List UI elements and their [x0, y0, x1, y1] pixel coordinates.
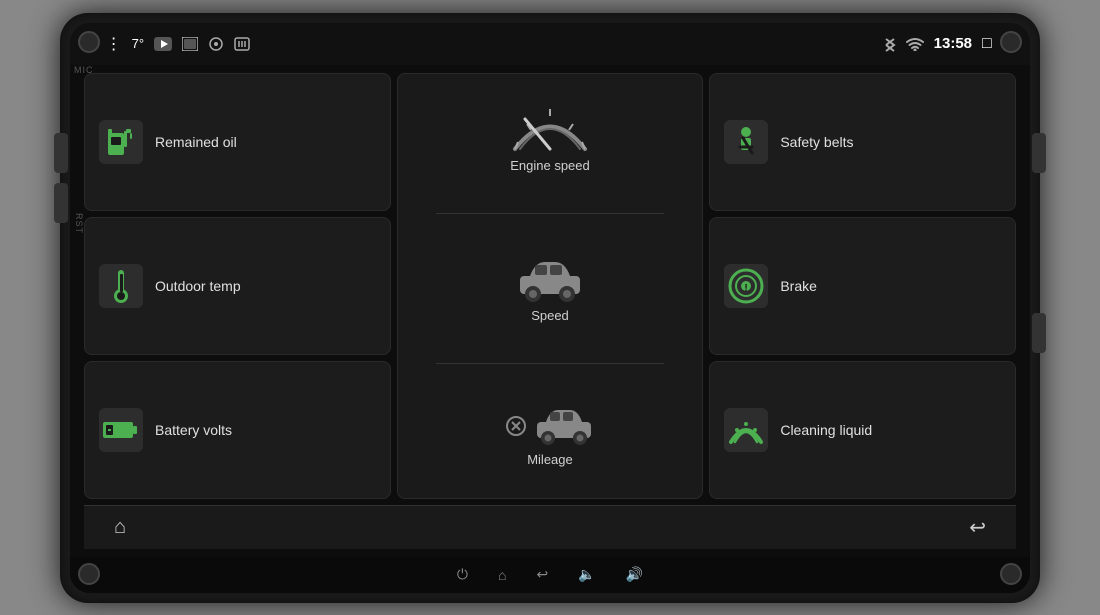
- dots-icon[interactable]: ⋮: [106, 34, 122, 54]
- remained-oil-label: Remained oil: [155, 134, 237, 150]
- sys-bar: ⏻ ⌂ ↩ 🔈 🔊: [70, 557, 1030, 593]
- svg-text:!: !: [745, 283, 748, 294]
- status-bar: ○ ⋮ 7°: [70, 23, 1030, 65]
- car-mileage-icon: [534, 404, 594, 448]
- back-button[interactable]: ↩: [969, 515, 986, 540]
- brake-label: Brake: [780, 278, 817, 294]
- device-outer: MIC RST ○ ⋮ 7°: [60, 13, 1040, 603]
- mileage-section: Mileage: [408, 404, 693, 467]
- side-button-left-top[interactable]: [54, 133, 68, 173]
- gauge-icon: [510, 104, 590, 154]
- vol-up-icon[interactable]: 🔊: [626, 566, 643, 583]
- media-icon-1[interactable]: [182, 37, 198, 51]
- mileage-label: Mileage: [527, 452, 573, 467]
- vol-down-icon[interactable]: 🔈: [578, 566, 595, 583]
- engine-speed-section: Engine speed: [408, 104, 693, 173]
- divider-1: [436, 213, 664, 214]
- side-button-right-top[interactable]: [1032, 133, 1046, 173]
- home-sys-icon[interactable]: ⌂: [498, 567, 506, 583]
- remained-oil-widget[interactable]: Remained oil: [84, 73, 391, 211]
- divider-2: [436, 363, 664, 364]
- media-icon-2[interactable]: [208, 37, 224, 51]
- device-screen: ○ ⋮ 7°: [70, 23, 1030, 593]
- status-left: ○ ⋮ 7°: [86, 34, 872, 54]
- widget-grid: Remained oil: [84, 73, 1016, 499]
- mic-label: MIC: [74, 65, 94, 75]
- fuel-icon: [99, 120, 143, 164]
- speed-section: Speed: [408, 254, 693, 323]
- power-icon[interactable]: ⏻: [457, 566, 468, 583]
- battery-icon: [99, 408, 143, 452]
- back-sys-icon[interactable]: ↩: [536, 566, 548, 583]
- clock-display: 13:58: [934, 35, 972, 52]
- center-widget[interactable]: Engine speed: [397, 73, 704, 499]
- warning-x-icon: [506, 416, 526, 436]
- speed-label: Speed: [531, 308, 569, 323]
- engine-speed-label: Engine speed: [510, 158, 590, 173]
- youtube-icon[interactable]: [154, 37, 172, 51]
- safety-belts-label: Safety belts: [780, 134, 853, 150]
- wiper-icon: [724, 408, 768, 452]
- home-button[interactable]: ⌂: [114, 516, 126, 539]
- recents-icon[interactable]: □: [982, 35, 992, 53]
- side-button-right-bot[interactable]: [1032, 313, 1046, 353]
- brake-icon: !: [724, 264, 768, 308]
- wifi-icon: [906, 37, 924, 51]
- bluetooth-icon: [884, 35, 896, 53]
- outdoor-temp-label: Outdoor temp: [155, 278, 241, 294]
- thermometer-icon: [99, 264, 143, 308]
- screw-bl: [78, 563, 100, 585]
- main-screen: Remained oil: [70, 65, 1030, 557]
- rst-label: RST: [74, 213, 84, 234]
- screw-tl: [78, 31, 100, 53]
- battery-volts-widget[interactable]: Battery volts: [84, 361, 391, 499]
- battery-volts-label: Battery volts: [155, 422, 232, 438]
- cleaning-liquid-label: Cleaning liquid: [780, 422, 872, 438]
- temperature-display: 7°: [132, 36, 144, 51]
- car-icon: [515, 254, 585, 304]
- outdoor-temp-widget[interactable]: Outdoor temp: [84, 217, 391, 355]
- safety-belts-widget[interactable]: Safety belts: [709, 73, 1016, 211]
- cleaning-liquid-widget[interactable]: Cleaning liquid: [709, 361, 1016, 499]
- nav-bar: ⌂ ↩: [84, 505, 1016, 549]
- side-button-left-mid[interactable]: [54, 183, 68, 223]
- brake-widget[interactable]: ! Brake: [709, 217, 1016, 355]
- media-icon-3[interactable]: [234, 37, 250, 51]
- screw-br: [1000, 563, 1022, 585]
- status-right: 13:58 □ ◁: [884, 34, 1014, 54]
- screw-tr: [1000, 31, 1022, 53]
- seatbelt-icon: [724, 120, 768, 164]
